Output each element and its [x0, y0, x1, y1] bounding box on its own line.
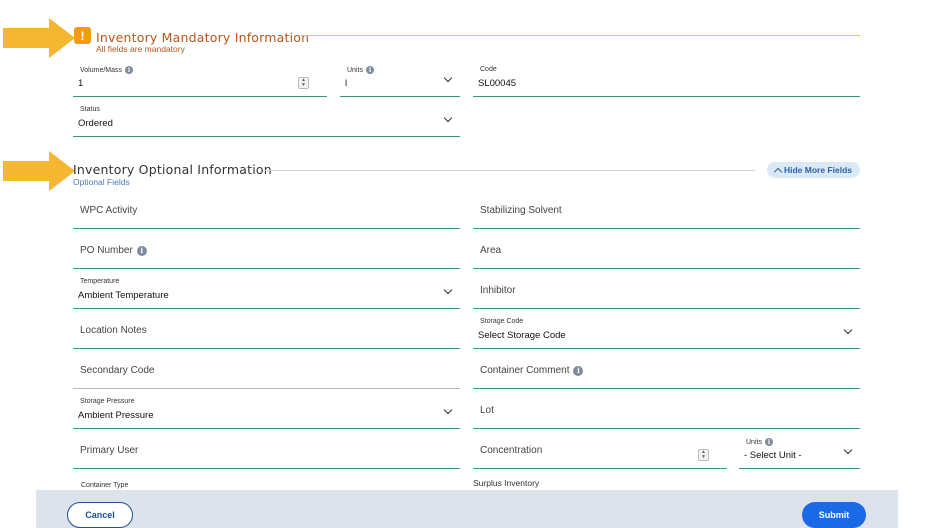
- callout-arrow-mandatory: [3, 18, 75, 58]
- info-icon[interactable]: i: [573, 365, 584, 376]
- info-icon[interactable]: i: [764, 438, 773, 446]
- container-type-label: Container Type: [81, 482, 129, 489]
- warning-icon: !: [74, 27, 91, 44]
- optional-divider: [265, 170, 755, 171]
- hide-more-fields-label: Hide More Fields: [783, 165, 852, 175]
- temperature-label: Temperature: [80, 278, 120, 285]
- lot-field[interactable]: Lot: [473, 389, 860, 429]
- volume-mass-field[interactable]: Volume/Mass i 1 ▲ ▼: [73, 57, 327, 97]
- chevron-down-icon: [443, 285, 453, 295]
- concentration-units-dropdown[interactable]: Units i - Select Unit -: [739, 429, 860, 469]
- optional-section-title: Inventory Optional Information: [73, 162, 272, 177]
- storage-pressure-dropdown[interactable]: Storage Pressure Ambient Pressure: [73, 389, 460, 429]
- concentration-units-label: Units: [746, 438, 762, 446]
- footer-bar: [36, 490, 898, 528]
- primary-user-field[interactable]: Primary User: [73, 429, 460, 469]
- wpc-activity-field[interactable]: WPC Activity: [73, 189, 460, 229]
- secondary-code-field[interactable]: Secondary Code: [73, 349, 460, 389]
- chevron-down-icon: [443, 405, 453, 415]
- units-dropdown[interactable]: Units i l: [340, 57, 460, 97]
- mandatory-section-title: Inventory Mandatory Information: [96, 30, 310, 45]
- info-icon[interactable]: i: [125, 66, 134, 74]
- submit-button[interactable]: Submit: [802, 502, 866, 528]
- storage-pressure-value: Ambient Pressure: [78, 410, 154, 421]
- primary-user-label: Primary User: [80, 445, 139, 456]
- volume-mass-label: Volume/Mass: [80, 66, 123, 74]
- storage-code-value: Select Storage Code: [478, 330, 566, 341]
- callout-arrow-optional: [3, 151, 75, 191]
- status-label: Status: [80, 106, 100, 113]
- area-label: Area: [480, 245, 502, 256]
- volume-mass-value: 1: [78, 78, 84, 89]
- temperature-value: Ambient Temperature: [78, 290, 169, 301]
- stabilizing-solvent-field[interactable]: Stabilizing Solvent: [473, 189, 860, 229]
- temperature-dropdown[interactable]: Temperature Ambient Temperature: [73, 269, 460, 309]
- location-notes-field[interactable]: Location Notes: [73, 309, 460, 349]
- info-icon[interactable]: i: [136, 245, 147, 256]
- po-number-field[interactable]: PO Number i: [73, 229, 460, 269]
- chevron-down-icon: [443, 73, 453, 83]
- chevron-up-icon: [773, 167, 783, 176]
- number-stepper[interactable]: ▲ ▼: [698, 449, 709, 461]
- cancel-button[interactable]: Cancel: [67, 502, 133, 528]
- mandatory-section-subtitle: All fields are mandatory: [96, 44, 185, 54]
- lot-label: Lot: [480, 405, 494, 416]
- location-notes-label: Location Notes: [80, 325, 147, 336]
- storage-code-label: Storage Code: [480, 318, 524, 325]
- mandatory-divider: [301, 35, 860, 36]
- info-icon[interactable]: i: [365, 66, 374, 74]
- chevron-down-icon: [843, 325, 853, 335]
- code-field[interactable]: Code SL00045: [473, 57, 860, 97]
- chevron-down-icon: [443, 113, 453, 123]
- container-comment-field[interactable]: Container Comment i: [473, 349, 860, 389]
- storage-pressure-label: Storage Pressure: [80, 398, 135, 405]
- stabilizing-solvent-label: Stabilizing Solvent: [480, 205, 562, 216]
- code-value: SL00045: [478, 78, 517, 89]
- po-number-label: PO Number: [80, 245, 133, 256]
- status-dropdown[interactable]: Status Ordered: [73, 97, 460, 137]
- area-field[interactable]: Area: [473, 229, 860, 269]
- inhibitor-label: Inhibitor: [480, 285, 516, 296]
- surplus-inventory-label: Surplus Inventory: [473, 478, 540, 488]
- units-label: Units: [347, 66, 363, 74]
- optional-section-subtitle: Optional Fields: [73, 177, 130, 187]
- secondary-code-label: Secondary Code: [80, 365, 155, 376]
- wpc-activity-label: WPC Activity: [80, 205, 138, 216]
- chevron-down-icon: [843, 445, 853, 455]
- inhibitor-field[interactable]: Inhibitor: [473, 269, 860, 309]
- storage-code-dropdown[interactable]: Storage Code Select Storage Code: [473, 309, 860, 349]
- hide-more-fields-button[interactable]: Hide More Fields: [767, 162, 860, 178]
- concentration-label: Concentration: [480, 445, 543, 456]
- container-comment-label: Container Comment: [480, 365, 570, 376]
- concentration-field[interactable]: Concentration ▲ ▼: [473, 429, 727, 469]
- units-value: l: [345, 78, 348, 89]
- code-label: Code: [480, 66, 497, 73]
- concentration-units-value: - Select Unit -: [744, 450, 802, 461]
- number-stepper[interactable]: ▲ ▼: [298, 77, 309, 89]
- status-value: Ordered: [78, 118, 113, 129]
